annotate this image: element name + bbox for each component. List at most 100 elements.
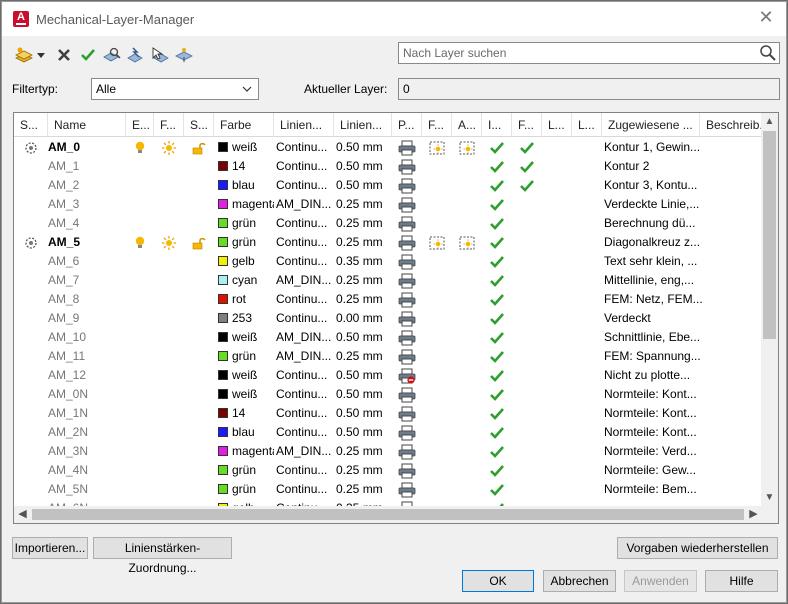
layer-lineweight[interactable]: 0.25 mm	[334, 233, 392, 252]
table-row[interactable]: AM_2 blau Continu... 0.50 mm Kontur 3, Kontu…	[14, 176, 762, 195]
layer-linetype[interactable]: AM_DIN...	[274, 328, 334, 347]
layer-linetype[interactable]: Continu...	[274, 214, 334, 233]
layer-color[interactable]: grün	[214, 233, 274, 252]
viewport-freeze-icon[interactable]	[422, 233, 452, 252]
layer-match-icon[interactable]	[126, 44, 146, 66]
layer-color[interactable]: grün	[214, 347, 274, 366]
column-header[interactable]: L...	[572, 113, 602, 137]
checkmark-icon[interactable]	[482, 442, 512, 461]
column-header[interactable]: I...	[482, 113, 512, 137]
layer-lineweight[interactable]: 0.25 mm	[334, 271, 392, 290]
layer-linetype[interactable]: Continu...	[274, 499, 334, 506]
layer-color[interactable]: weiß	[214, 366, 274, 385]
vertical-scroll-thumb[interactable]	[763, 131, 776, 339]
ok-button[interactable]: OK	[462, 570, 534, 592]
table-row[interactable]: AM_5N grün Continu... 0.25 mm Normteile: Bem…	[14, 480, 762, 499]
layer-status-icon[interactable]	[14, 233, 48, 252]
layer-color[interactable]: 14	[214, 404, 274, 423]
layer-color[interactable]: weiß	[214, 328, 274, 347]
layer-linetype[interactable]: Continu...	[274, 366, 334, 385]
layer-lineweight[interactable]: 0.25 mm	[334, 290, 392, 309]
layer-color[interactable]: rot	[214, 290, 274, 309]
layer-states-icon[interactable]	[174, 44, 194, 66]
layer-color[interactable]: blau	[214, 176, 274, 195]
new-layer-icon[interactable]	[14, 44, 34, 66]
table-row[interactable]: AM_8 rot Continu... 0.25 mm FEM: Netz, FEM..…	[14, 290, 762, 309]
checkmark-icon[interactable]	[482, 385, 512, 404]
layer-color[interactable]: grün	[214, 214, 274, 233]
column-header[interactable]: Linien...	[334, 113, 392, 137]
checkmark-icon[interactable]	[482, 499, 512, 506]
printer-icon[interactable]	[392, 309, 422, 328]
layer-lineweight[interactable]: 0.50 mm	[334, 328, 392, 347]
table-row[interactable]: AM_4N grün Continu... 0.25 mm Normteile: Gew…	[14, 461, 762, 480]
layer-linetype[interactable]: Continu...	[274, 252, 334, 271]
checkmark-icon[interactable]	[482, 423, 512, 442]
table-row[interactable]: AM_3 magentaAM_DIN...0.25 mm Verdeckte Lin…	[14, 195, 762, 214]
table-row[interactable]: AM_5 grün Continu... 0.25 mm Diagonalkreuz z…	[14, 233, 762, 252]
unlock-icon[interactable]	[184, 138, 214, 157]
printer-icon[interactable]	[392, 252, 422, 271]
printer-icon[interactable]	[392, 347, 422, 366]
checkmark-icon[interactable]	[482, 347, 512, 366]
table-row[interactable]: AM_6 gelb Continu... 0.35 mm Text sehr klein…	[14, 252, 762, 271]
table-row[interactable]: AM_9 253 Continu... 0.00 mm Verdeckt	[14, 309, 762, 328]
printer-icon[interactable]	[392, 442, 422, 461]
layer-color[interactable]: gelb	[214, 252, 274, 271]
printer-icon[interactable]	[392, 404, 422, 423]
unlock-icon[interactable]	[184, 233, 214, 252]
checkmark-icon[interactable]	[482, 480, 512, 499]
scroll-left-icon[interactable]: ◀	[14, 506, 31, 523]
table-row[interactable]: AM_0 weiß Continu... 0.50 mm Kontur 1, Gewin…	[14, 138, 762, 157]
printer-icon[interactable]	[392, 290, 422, 309]
layer-color[interactable]: 14	[214, 157, 274, 176]
layer-lineweight[interactable]: 0.25 mm	[334, 480, 392, 499]
layer-color[interactable]: cyan	[214, 271, 274, 290]
layer-linetype[interactable]: Continu...	[274, 423, 334, 442]
table-row[interactable]: AM_3N magentaAM_DIN...0.25 mm Normteile: V…	[14, 442, 762, 461]
column-header[interactable]: Farbe	[214, 113, 274, 137]
printer-icon[interactable]	[392, 328, 422, 347]
layer-select-icon[interactable]	[150, 44, 170, 66]
delete-layer-icon[interactable]	[54, 44, 74, 66]
layer-linetype[interactable]: AM_DIN...	[274, 442, 334, 461]
layer-color[interactable]: grün	[214, 461, 274, 480]
layer-linetype[interactable]: Continu...	[274, 290, 334, 309]
layer-linetype[interactable]: Continu...	[274, 138, 334, 157]
column-header[interactable]: Linien...	[274, 113, 334, 137]
checkmark-icon[interactable]	[512, 138, 542, 157]
printer-icon[interactable]	[392, 480, 422, 499]
column-header[interactable]: F...	[154, 113, 184, 137]
table-row[interactable]: AM_0N weiß Continu... 0.50 mm Normteile: Kon…	[14, 385, 762, 404]
viewport-freeze-icon[interactable]	[422, 138, 452, 157]
layer-lineweight[interactable]: 0.25 mm	[334, 214, 392, 233]
layer-linetype[interactable]: AM_DIN...	[274, 271, 334, 290]
new-viewport-freeze-icon[interactable]	[452, 138, 482, 157]
apply-button[interactable]: Anwenden	[624, 570, 697, 592]
layer-lineweight[interactable]: 0.50 mm	[334, 423, 392, 442]
layer-linetype[interactable]: Continu...	[274, 176, 334, 195]
layer-lineweight[interactable]: 0.50 mm	[334, 157, 392, 176]
table-row[interactable]: AM_1N 14 Continu... 0.50 mm Normteile: Kont.…	[14, 404, 762, 423]
checkmark-icon[interactable]	[482, 271, 512, 290]
import-button[interactable]: Importieren...	[12, 537, 88, 559]
checkmark-icon[interactable]	[482, 176, 512, 195]
layer-lineweight[interactable]: 0.35 mm	[334, 252, 392, 271]
help-button[interactable]: Hilfe	[705, 570, 778, 592]
layer-lineweight[interactable]: 0.25 mm	[334, 195, 392, 214]
checkmark-icon[interactable]	[482, 214, 512, 233]
checkmark-icon[interactable]	[482, 233, 512, 252]
scroll-down-icon[interactable]: ▼	[761, 489, 778, 506]
horizontal-scrollbar[interactable]: ◀ ▶	[14, 506, 778, 523]
layer-color[interactable]: weiß	[214, 138, 274, 157]
layer-search-box[interactable]	[398, 42, 780, 64]
layer-color[interactable]: magenta	[214, 442, 274, 461]
column-header[interactable]: Beschreib...	[700, 113, 762, 137]
table-row[interactable]: AM_1 14 Continu... 0.50 mm Kontur 2	[14, 157, 762, 176]
table-row[interactable]: AM_10 weiß AM_DIN... 0.50 mm Schnittlinie, E…	[14, 328, 762, 347]
scroll-right-icon[interactable]: ▶	[745, 506, 762, 523]
column-header[interactable]: E...	[126, 113, 154, 137]
column-header[interactable]: S...	[184, 113, 214, 137]
layer-color[interactable]: grün	[214, 480, 274, 499]
printer-icon[interactable]	[392, 195, 422, 214]
